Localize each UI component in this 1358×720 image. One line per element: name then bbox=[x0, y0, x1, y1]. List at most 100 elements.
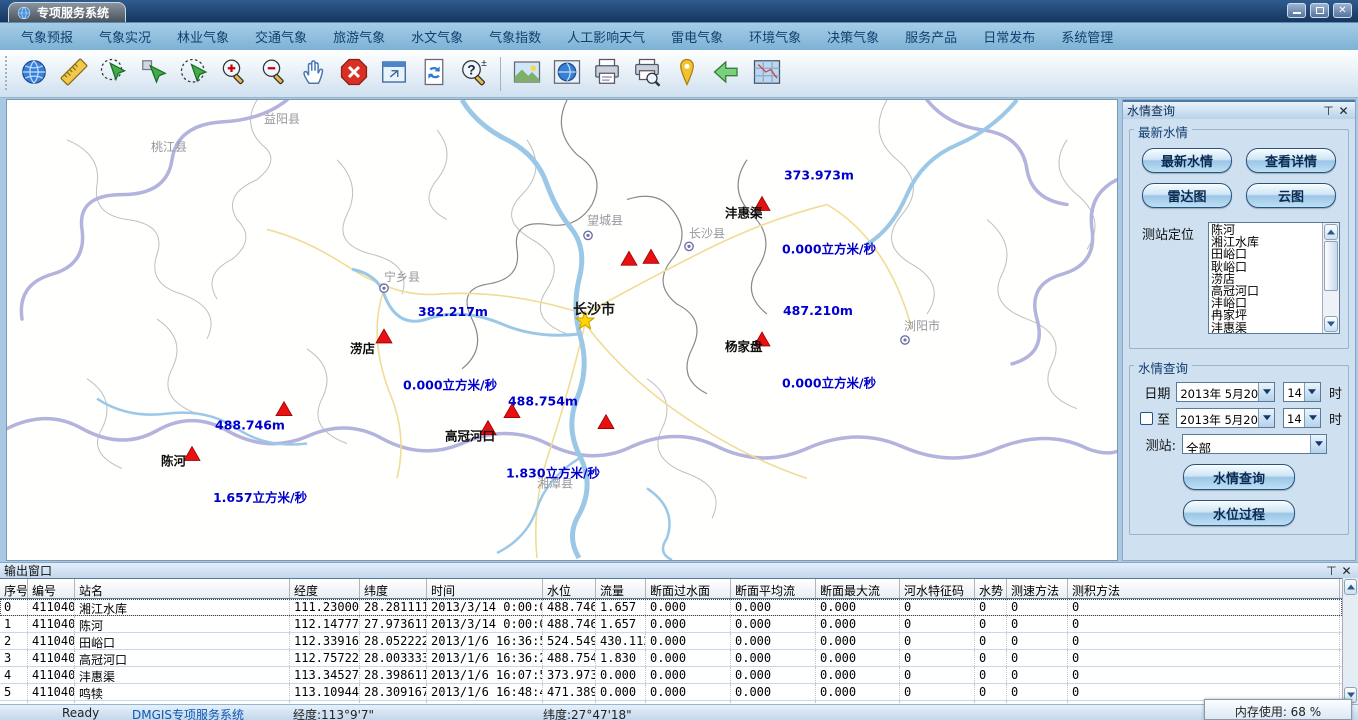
column-header-0[interactable]: 序号 bbox=[0, 579, 28, 598]
refresh-icon[interactable] bbox=[414, 54, 454, 94]
toolbar-grip[interactable] bbox=[4, 56, 10, 92]
column-header-11[interactable]: 河水特征码 bbox=[900, 579, 975, 598]
globe-icon[interactable] bbox=[14, 54, 54, 94]
close-output-icon[interactable]: ✕ bbox=[1339, 564, 1354, 578]
scroll-up-icon[interactable] bbox=[1344, 579, 1357, 595]
table-row[interactable]: 041104002湘江水库111.23000028.2811112013/3/1… bbox=[0, 599, 1342, 616]
station-marker-triangle[interactable] bbox=[643, 249, 659, 263]
map-image-icon[interactable] bbox=[547, 54, 587, 94]
station-list-item[interactable]: 耿峪口 bbox=[1211, 261, 1321, 273]
column-header-5[interactable]: 时间 bbox=[427, 579, 543, 598]
chevron-down-icon[interactable] bbox=[1258, 409, 1274, 427]
column-header-4[interactable]: 纬度 bbox=[360, 579, 427, 598]
chevron-down-icon[interactable] bbox=[1310, 435, 1326, 453]
pan-hand-icon[interactable] bbox=[294, 54, 334, 94]
scroll-up-icon[interactable] bbox=[1324, 224, 1338, 240]
menu-item-4[interactable]: 旅游气象 bbox=[320, 23, 398, 50]
menu-item-6[interactable]: 气象指数 bbox=[476, 23, 554, 50]
column-header-9[interactable]: 断面平均流 bbox=[731, 579, 816, 598]
stop-icon[interactable] bbox=[334, 54, 374, 94]
station-list-item[interactable]: 沣惠渠 bbox=[1211, 322, 1321, 334]
menu-item-0[interactable]: 气象预报 bbox=[8, 23, 86, 50]
column-header-14[interactable]: 测积方法 bbox=[1068, 579, 1340, 598]
station-marker-triangle[interactable] bbox=[376, 329, 392, 343]
minimize-button[interactable] bbox=[1287, 3, 1306, 18]
cloud-image-button[interactable]: 云图 bbox=[1246, 183, 1336, 208]
water-query-button[interactable]: 水情查询 bbox=[1183, 464, 1295, 490]
hour-picker[interactable]: 14 bbox=[1283, 382, 1321, 402]
close-button[interactable]: ✕ bbox=[1333, 3, 1352, 18]
station-marker-triangle[interactable] bbox=[276, 402, 292, 416]
scroll-down-icon[interactable] bbox=[1324, 316, 1338, 332]
latest-water-button[interactable]: 最新水情 bbox=[1142, 148, 1232, 173]
zoom-question-icon[interactable]: ?± bbox=[454, 54, 494, 94]
menu-item-8[interactable]: 雷电气象 bbox=[658, 23, 736, 50]
water-level-process-button[interactable]: 水位过程 bbox=[1183, 500, 1295, 526]
restore-button[interactable] bbox=[1310, 3, 1329, 18]
radar-chart-button[interactable]: 雷达图 bbox=[1142, 183, 1232, 208]
menu-item-2[interactable]: 林业气象 bbox=[164, 23, 242, 50]
station-select[interactable]: 全部 bbox=[1182, 434, 1327, 454]
select-area-icon[interactable] bbox=[94, 54, 134, 94]
list-scrollbar[interactable] bbox=[1322, 223, 1339, 333]
table-cell: 488.746 bbox=[543, 616, 596, 632]
chevron-down-icon[interactable] bbox=[1304, 409, 1320, 427]
menu-item-9[interactable]: 环境气象 bbox=[736, 23, 814, 50]
locate-pin-icon[interactable] bbox=[667, 54, 707, 94]
scroll-thumb[interactable] bbox=[1324, 241, 1338, 291]
full-extent-icon[interactable] bbox=[374, 54, 414, 94]
menu-item-7[interactable]: 人工影响天气 bbox=[554, 23, 658, 50]
station-list-item[interactable]: 冉家坪 bbox=[1211, 309, 1321, 321]
zoom-in-icon[interactable] bbox=[214, 54, 254, 94]
close-panel-icon[interactable]: ✕ bbox=[1336, 104, 1351, 118]
to-date-checkbox[interactable] bbox=[1140, 412, 1153, 425]
menu-item-10[interactable]: 决策气象 bbox=[814, 23, 892, 50]
column-header-10[interactable]: 断面最大流 bbox=[816, 579, 900, 598]
column-header-2[interactable]: 站名 bbox=[75, 579, 290, 598]
column-header-13[interactable]: 测速方法 bbox=[1007, 579, 1068, 598]
image-export-icon[interactable] bbox=[507, 54, 547, 94]
toolbar: ?± bbox=[0, 50, 1358, 98]
table-cell: 0.000 bbox=[731, 667, 816, 683]
date-picker[interactable]: 2013年 5月20日 bbox=[1176, 382, 1275, 402]
pin-output-icon[interactable]: ⊤ bbox=[1324, 564, 1339, 578]
zoom-out-icon[interactable] bbox=[254, 54, 294, 94]
table-row[interactable]: 341104010高冠河口112.75722228.0033332013/1/6… bbox=[0, 650, 1342, 667]
table-row[interactable]: 541104022鸣犊113.10944428.3091672013/1/6 1… bbox=[0, 684, 1342, 701]
station-listbox[interactable]: 陈河湘江水库田峪口耿峪口涝店高冠河口沣峪口冉家坪沣惠渠 bbox=[1208, 222, 1340, 334]
hour-picker-end[interactable]: 14 bbox=[1283, 408, 1321, 428]
menu-item-5[interactable]: 水文气象 bbox=[398, 23, 476, 50]
menu-item-11[interactable]: 服务产品 bbox=[892, 23, 970, 50]
table-row[interactable]: 441104017沣惠渠113.34527828.3986112013/1/6 … bbox=[0, 667, 1342, 684]
column-header-12[interactable]: 水势 bbox=[975, 579, 1007, 598]
column-header-1[interactable]: 编号 bbox=[28, 579, 75, 598]
map-viewport[interactable]: 益阳县桃江县宁乡县望城县长沙县浏阳市湘潭县长沙市沣惠渠杨家盘涝店陈河高冠河口37… bbox=[6, 99, 1118, 561]
chevron-down-icon[interactable] bbox=[1258, 383, 1274, 401]
back-icon[interactable] bbox=[707, 54, 747, 94]
overview-map-icon[interactable] bbox=[747, 54, 787, 94]
date-picker-end[interactable]: 2013年 5月20日 bbox=[1176, 408, 1275, 428]
menu-item-3[interactable]: 交通气象 bbox=[242, 23, 320, 50]
select-features-icon[interactable] bbox=[174, 54, 214, 94]
station-marker-triangle[interactable] bbox=[621, 251, 637, 265]
table-row[interactable]: 141104002陈河112.14777827.9736112013/3/14 … bbox=[0, 616, 1342, 633]
print-preview-icon[interactable] bbox=[627, 54, 667, 94]
station-marker-triangle[interactable] bbox=[184, 446, 200, 460]
measure-ruler-icon[interactable] bbox=[54, 54, 94, 94]
menu-item-1[interactable]: 气象实况 bbox=[86, 23, 164, 50]
column-header-6[interactable]: 水位 bbox=[543, 579, 596, 598]
table-row[interactable]: 241104004田峪口112.33916728.0522222013/1/6 … bbox=[0, 633, 1342, 650]
view-details-button[interactable]: 查看详情 bbox=[1246, 148, 1336, 173]
column-header-3[interactable]: 经度 bbox=[290, 579, 360, 598]
station-marker-triangle[interactable] bbox=[598, 415, 614, 429]
table-scrollbar[interactable] bbox=[1342, 578, 1358, 704]
column-header-7[interactable]: 流量 bbox=[596, 579, 646, 598]
print-icon[interactable] bbox=[587, 54, 627, 94]
station-list-item[interactable]: 田峪口 bbox=[1211, 248, 1321, 260]
menu-item-13[interactable]: 系统管理 bbox=[1048, 23, 1126, 50]
pointer-icon[interactable] bbox=[134, 54, 174, 94]
menu-item-12[interactable]: 日常发布 bbox=[970, 23, 1048, 50]
chevron-down-icon[interactable] bbox=[1304, 383, 1320, 401]
column-header-8[interactable]: 断面过水面 bbox=[646, 579, 731, 598]
pin-panel-icon[interactable]: ⊤ bbox=[1321, 104, 1336, 118]
